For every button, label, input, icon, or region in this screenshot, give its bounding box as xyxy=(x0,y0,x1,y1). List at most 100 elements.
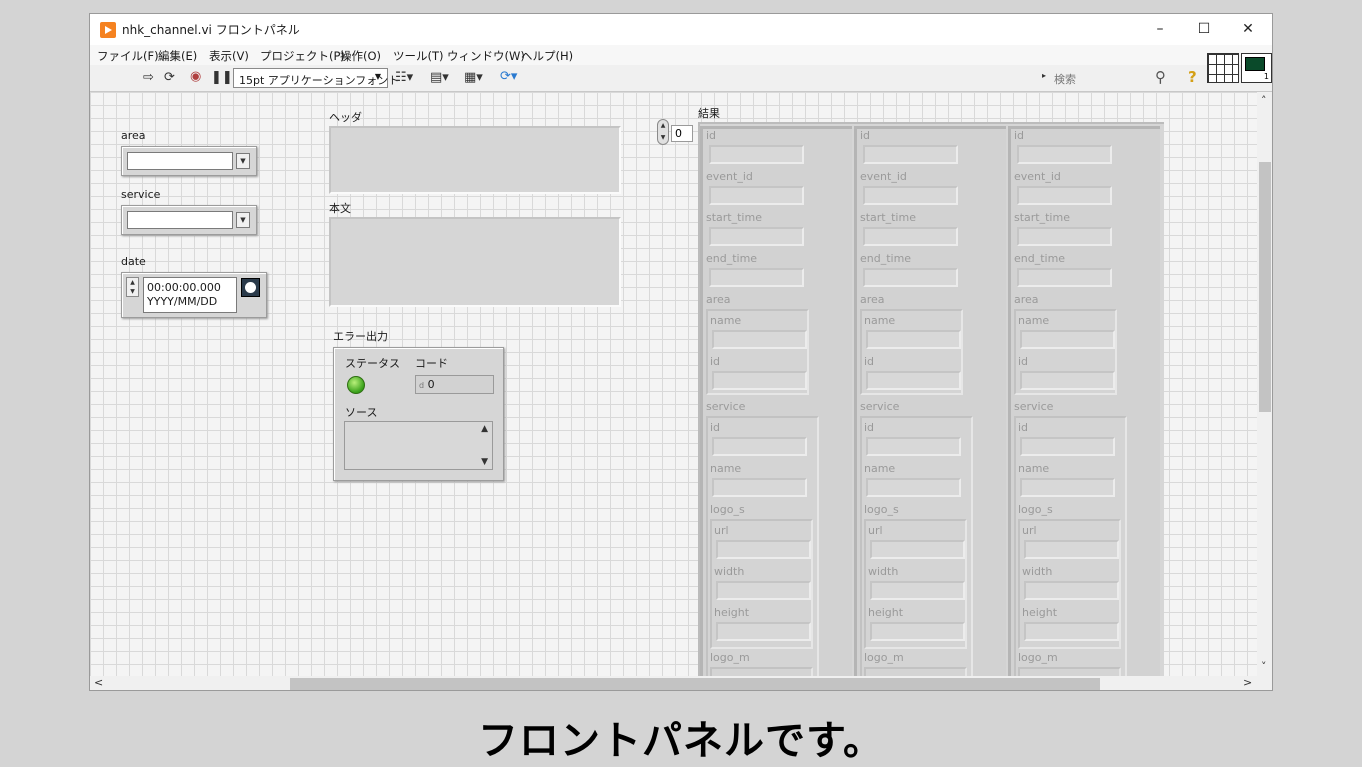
field-value-id xyxy=(1020,371,1115,390)
vi-icon-number: 1 xyxy=(1263,72,1269,81)
connector-pane-icon[interactable] xyxy=(1207,53,1239,83)
scroll-left-icon[interactable]: < xyxy=(94,676,103,689)
field-value-event-id xyxy=(863,186,958,205)
field-value-id xyxy=(709,145,804,164)
menu-project[interactable]: プロジェクト(P) xyxy=(260,48,345,64)
date-format-value: YYYY/MM/DD xyxy=(147,295,218,308)
field-label-id: id xyxy=(706,129,717,142)
menu-view[interactable]: 表示(V) xyxy=(209,48,249,64)
scroll-down-icon[interactable]: ˅ xyxy=(1261,660,1267,673)
field-value-name xyxy=(866,330,961,349)
area-ring-field[interactable] xyxy=(127,152,233,170)
field-label-logo-m: logo_m xyxy=(864,651,904,664)
field-label-id: id xyxy=(860,129,871,142)
field-label-area: area xyxy=(860,293,885,306)
distribute-objects-icon[interactable]: ▤▾ xyxy=(430,70,449,85)
scroll-up-icon[interactable]: ˄ xyxy=(1261,94,1267,107)
field-label-height: height xyxy=(868,606,904,619)
field-label-logo-s: logo_s xyxy=(864,503,899,516)
field-value-name xyxy=(1020,478,1115,497)
field-label-id: id xyxy=(864,355,875,368)
error-source-label: ソース xyxy=(345,406,378,419)
window-title: nhk_channel.vi フロントパネル xyxy=(122,23,300,37)
field-label-name: name xyxy=(1018,462,1050,475)
abort-icon[interactable]: ◉ xyxy=(190,69,201,84)
field-label-start-time: start_time xyxy=(1014,211,1070,224)
run-continuously-icon[interactable]: ⟳ xyxy=(164,70,175,85)
field-label-width: width xyxy=(714,565,745,578)
labview-window: nhk_channel.vi フロントパネル – ☐ ✕ ファイル(F) 編集(… xyxy=(89,13,1273,691)
field-label-name: name xyxy=(864,314,896,327)
field-value-end-time xyxy=(863,268,958,287)
search-icon[interactable]: ⚲ xyxy=(1155,68,1166,86)
horizontal-scroll-thumb[interactable] xyxy=(290,678,1100,690)
field-label-end-time: end_time xyxy=(706,252,758,265)
pause-icon[interactable]: ❚❚ xyxy=(211,70,233,85)
error-code-label: コード xyxy=(415,357,448,370)
menu-help[interactable]: ヘルプ(H) xyxy=(521,48,573,64)
source-scroll-up-icon[interactable]: ▲ xyxy=(481,424,488,434)
field-value-width xyxy=(1024,581,1119,600)
field-label-start-time: start_time xyxy=(706,211,762,224)
vi-icon-screen xyxy=(1245,57,1265,71)
field-value-width xyxy=(716,581,811,600)
field-label-height: height xyxy=(1022,606,1058,619)
font-dropdown[interactable]: 15pt アプリケーションフォント ▼ xyxy=(233,68,399,88)
field-value-url xyxy=(1024,540,1119,559)
field-value-id xyxy=(1020,437,1115,456)
minimize-button[interactable]: – xyxy=(1138,14,1182,45)
error-status-led xyxy=(347,376,365,394)
calendar-browse-icon[interactable] xyxy=(241,278,260,297)
scroll-right-icon[interactable]: > xyxy=(1243,676,1252,689)
source-scroll-down-icon[interactable]: ▼ xyxy=(481,457,488,467)
field-label-event-id: event_id xyxy=(860,170,907,183)
align-objects-icon[interactable]: ☷▾ xyxy=(395,70,413,85)
horizontal-scrollbar[interactable]: < > xyxy=(90,676,1257,690)
maximize-button[interactable]: ☐ xyxy=(1182,14,1226,45)
field-label-start-time: start_time xyxy=(860,211,916,224)
result-label: 結果 xyxy=(698,107,720,120)
help-icon[interactable]: ? xyxy=(1188,68,1197,86)
menu-tools[interactable]: ツール(T) xyxy=(393,48,444,64)
field-label-name: name xyxy=(710,314,742,327)
logo-m-sub-cluster xyxy=(864,667,967,676)
field-label-name: name xyxy=(864,462,896,475)
menu-window[interactable]: ウィンドウ(W) xyxy=(447,48,525,64)
field-value-name xyxy=(712,330,807,349)
chevron-down-icon: ▼ xyxy=(374,72,381,81)
vi-icon[interactable]: 1 xyxy=(1241,53,1272,83)
menu-operate[interactable]: 操作(O) xyxy=(340,48,381,64)
field-label-id: id xyxy=(710,355,721,368)
field-value-event-id xyxy=(709,186,804,205)
front-panel-canvas[interactable]: area ▼ service ▼ date ▲ ▼ 00:00:00.000 YY… xyxy=(90,92,1257,676)
logo-m-sub-cluster xyxy=(1018,667,1121,676)
service-dropdown-button[interactable]: ▼ xyxy=(236,212,250,228)
date-label: date xyxy=(121,255,146,268)
field-label-end-time: end_time xyxy=(1014,252,1066,265)
field-label-url: url xyxy=(1022,524,1037,537)
field-label-logo-m: logo_m xyxy=(1018,651,1058,664)
date-increment-buttons[interactable]: ▲ ▼ xyxy=(126,277,139,297)
menu-file[interactable]: ファイル(F) xyxy=(97,48,159,64)
date-field[interactable]: 00:00:00.000 YYYY/MM/DD xyxy=(143,277,237,313)
field-label-area: area xyxy=(706,293,731,306)
resize-objects-icon[interactable]: ▦▾ xyxy=(464,70,483,85)
error-status-label: ステータス xyxy=(345,357,400,370)
error-code-value: 0 xyxy=(427,378,435,391)
vertical-scroll-thumb[interactable] xyxy=(1259,162,1271,412)
area-dropdown-button[interactable]: ▼ xyxy=(236,153,250,169)
array-index-buttons[interactable]: ▲ ▼ xyxy=(657,119,669,145)
error-out-label: エラー出力 xyxy=(333,330,388,343)
array-index-field[interactable]: 0 xyxy=(671,125,693,142)
result-element-1: id event_id start_time end_time area name id se… xyxy=(854,126,1006,676)
service-ring-field[interactable] xyxy=(127,211,233,229)
reorder-icon[interactable]: ⟳▾ xyxy=(500,69,517,84)
close-button[interactable]: ✕ xyxy=(1226,14,1270,45)
field-value-id xyxy=(866,437,961,456)
error-source-indicator: ▲ ▼ xyxy=(344,421,493,470)
area-label: area xyxy=(121,129,146,142)
run-arrow-icon[interactable]: ⇨ xyxy=(143,70,154,85)
vertical-scrollbar[interactable]: ˄ ˅ xyxy=(1257,92,1272,676)
field-label-width: width xyxy=(1022,565,1053,578)
menu-edit[interactable]: 編集(E) xyxy=(158,48,197,64)
